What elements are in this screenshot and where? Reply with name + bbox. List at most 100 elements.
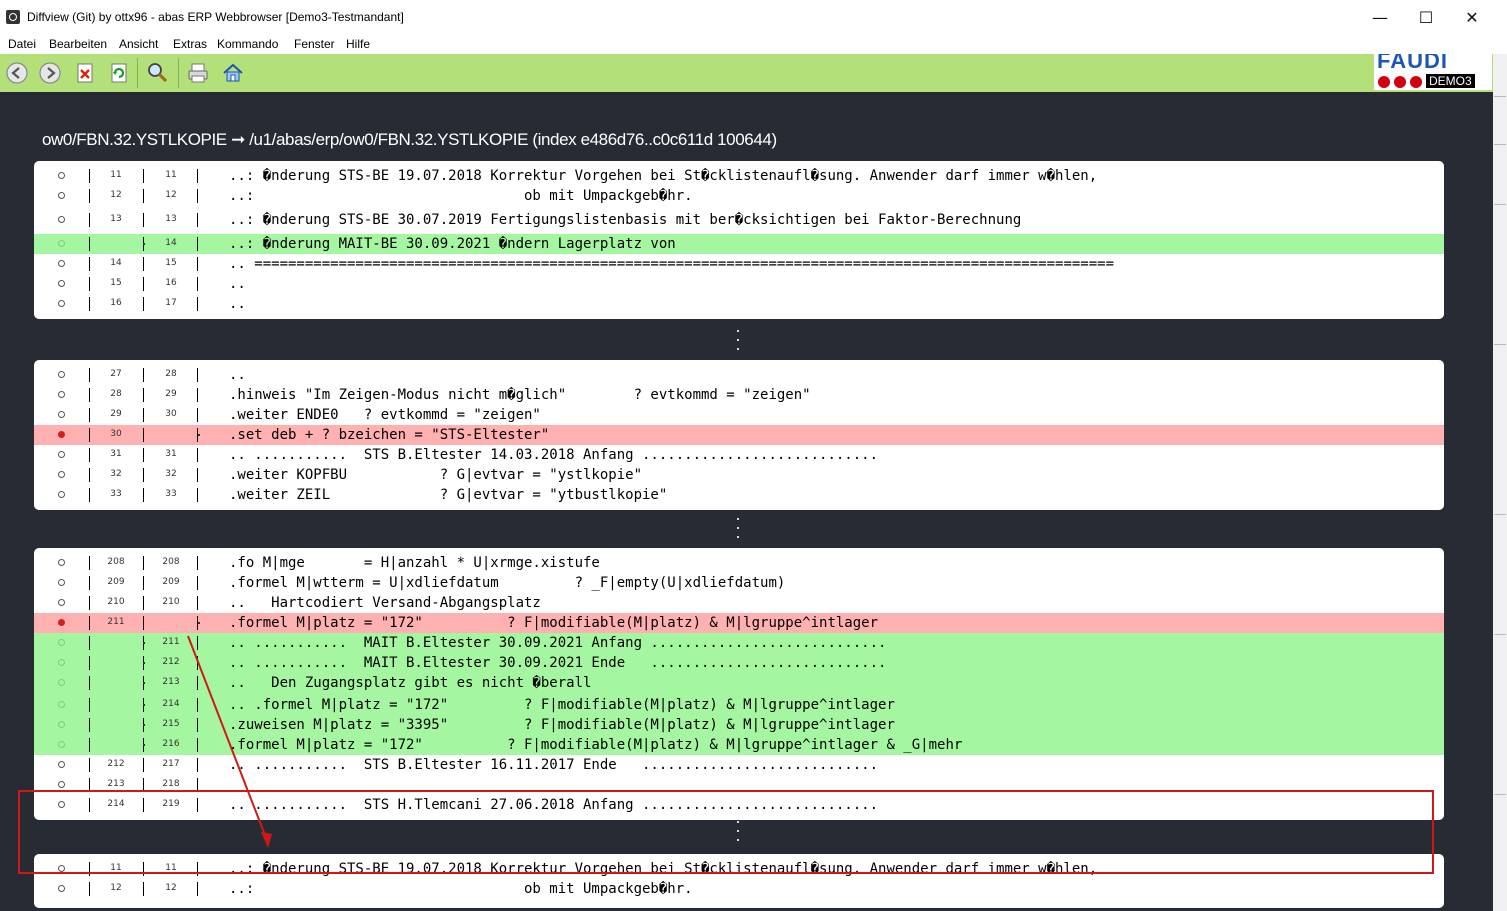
column-separator: [89, 882, 90, 896]
vertical-scrollbar[interactable]: [1482, 92, 1493, 911]
line-marker-icon: [58, 216, 65, 223]
ellipsis-dot: [737, 339, 739, 341]
toolbar-separator: [137, 58, 138, 88]
new-line-number: 29: [165, 389, 177, 399]
delete-document-icon[interactable]: [73, 61, 97, 85]
ellipsis-dot: [737, 518, 739, 520]
line-marker-icon: [58, 260, 65, 267]
menu-kommando[interactable]: Kommando: [217, 37, 278, 51]
column-separator: [89, 636, 90, 650]
refresh-icon[interactable]: [107, 61, 131, 85]
column-separator: [89, 468, 90, 482]
new-line-number: 218: [162, 779, 180, 789]
column-separator: [197, 297, 198, 311]
line-marker-icon: [58, 172, 65, 179]
column-separator: [143, 388, 144, 402]
menu-hilfe[interactable]: Hilfe: [346, 37, 370, 51]
diff-line-context: 212 217 .. ........... STS B.Eltester 16.1…: [34, 755, 1444, 775]
code-text: .weiter KOPFBU ? G|evtvar = "ystlkopie": [229, 467, 643, 483]
code-text: .formel M|platz = "172" ? F|modifiable(M…: [229, 737, 963, 753]
new-line-number: 219: [162, 799, 180, 809]
print-icon[interactable]: [186, 61, 210, 85]
new-line-number: 212: [162, 657, 180, 667]
minimize-button[interactable]: —: [1357, 5, 1403, 31]
new-line-number: 14: [165, 238, 177, 248]
code-text: ..: [229, 296, 246, 312]
maximize-button[interactable]: ☐: [1403, 5, 1449, 31]
new-line-number: 30: [165, 409, 177, 419]
column-separator: [89, 488, 90, 502]
back-icon[interactable]: [5, 61, 29, 85]
column-separator: [197, 408, 198, 422]
menu-datei[interactable]: Datei: [8, 37, 36, 51]
empty-line-marker: [198, 622, 200, 624]
diff-hunk: 208 208 .fo M|mge = H|anzahl * U|xrmge.xis…: [34, 548, 1444, 820]
column-separator: [143, 468, 144, 482]
code-text: .. .formel M|platz = "172" ? F|modifiabl…: [229, 697, 895, 713]
new-line-number: 16: [165, 278, 177, 288]
column-separator: [89, 698, 90, 712]
line-marker-icon: [58, 371, 65, 378]
diff-hunk: 11 11 ..: �nderung STS-BE 19.07.2018 Korre…: [34, 854, 1444, 908]
line-marker-icon: [58, 411, 65, 418]
old-line-number: 30: [110, 429, 122, 439]
diff-line-context: 15 16..: [34, 274, 1444, 294]
diff-line-added: 216 .formel M|platz = "172" ? F|modifiabl…: [34, 735, 1444, 755]
column-separator: [89, 388, 90, 402]
menu-fenster[interactable]: Fenster: [294, 37, 335, 51]
line-marker-icon: [58, 639, 65, 646]
column-separator: [143, 596, 144, 610]
window-title-bar: Diffview (Git) by ottx96 - abas ERP Webb…: [0, 0, 1507, 35]
diff-line-context: 29 30 .weiter ENDE0 ? evtkommd = "zeigen": [34, 405, 1444, 425]
diff-line-context: 11 11 ..: �nderung STS-BE 19.07.2018 Korre…: [34, 859, 1444, 879]
line-marker-icon: [58, 865, 65, 872]
empty-line-marker: [143, 704, 145, 706]
diff-line-context: 27 28..: [34, 365, 1444, 385]
diff-line-added: 214 .. .formel M|platz = "172" ? F|modifi…: [34, 695, 1444, 715]
old-line-number: 11: [110, 863, 122, 873]
ellipsis-dot: [737, 839, 739, 841]
column-separator: [89, 408, 90, 422]
menu-bearbeiten[interactable]: Bearbeiten: [49, 37, 107, 51]
close-button[interactable]: ✕: [1449, 5, 1495, 31]
new-line-number: 28: [165, 369, 177, 379]
new-line-number: 31: [165, 449, 177, 459]
column-separator: [143, 297, 144, 311]
search-icon[interactable]: [146, 61, 170, 85]
column-separator: [197, 882, 198, 896]
old-line-number: 27: [110, 369, 122, 379]
line-marker-icon: [58, 679, 65, 686]
new-line-number: 216: [162, 739, 180, 749]
column-separator: [143, 798, 144, 812]
code-text: .set deb + ? bzeichen = "STS-Eltester": [229, 427, 550, 443]
diff-line-added: 215 .zuweisen M|platz = "3395" ? F|modifi…: [34, 715, 1444, 735]
column-separator: [89, 616, 90, 630]
old-line-number: 33: [110, 489, 122, 499]
line-marker-icon: [58, 240, 65, 247]
diff-line-context: 12 12 ..: ob mit Umpackgeb�hr.: [34, 186, 1444, 210]
column-separator: [89, 718, 90, 732]
menu-ansicht[interactable]: Ansicht: [119, 37, 158, 51]
old-line-number: 213: [107, 779, 125, 789]
old-line-number: 12: [110, 190, 122, 200]
code-text: ..: [229, 367, 246, 383]
home-icon[interactable]: [221, 61, 245, 85]
code-text: .formel M|wtterm = U|xdliefdatum ? _F|em…: [229, 575, 786, 591]
forward-icon[interactable]: [38, 61, 62, 85]
new-line-number: 32: [165, 469, 177, 479]
new-line-number: 15: [165, 258, 177, 268]
column-separator: [197, 576, 198, 590]
logo-dot: [1378, 76, 1390, 88]
menu-extras[interactable]: Extras: [173, 37, 207, 51]
code-text: .. Den Zugangsplatz gibt es nicht �beral…: [229, 675, 592, 691]
column-separator: [89, 656, 90, 670]
new-line-number: 33: [165, 489, 177, 499]
diff-hunk: 11 11 ..: �nderung STS-BE 19.07.2018 Korre…: [34, 161, 1444, 319]
line-marker-icon: [58, 300, 65, 307]
diff-line-added: 211 .. ........... MAIT B.Eltester 30.09.…: [34, 633, 1444, 653]
new-line-number: 209: [162, 577, 180, 587]
diff-view[interactable]: ow0/FBN.32.YSTLKOPIE ➞ /u1/abas/erp/ow0/…: [0, 92, 1482, 911]
column-separator: [197, 257, 198, 271]
column-separator: [143, 368, 144, 382]
code-text: .hinweis "Im Zeigen-Modus nicht m�glich"…: [229, 387, 811, 403]
